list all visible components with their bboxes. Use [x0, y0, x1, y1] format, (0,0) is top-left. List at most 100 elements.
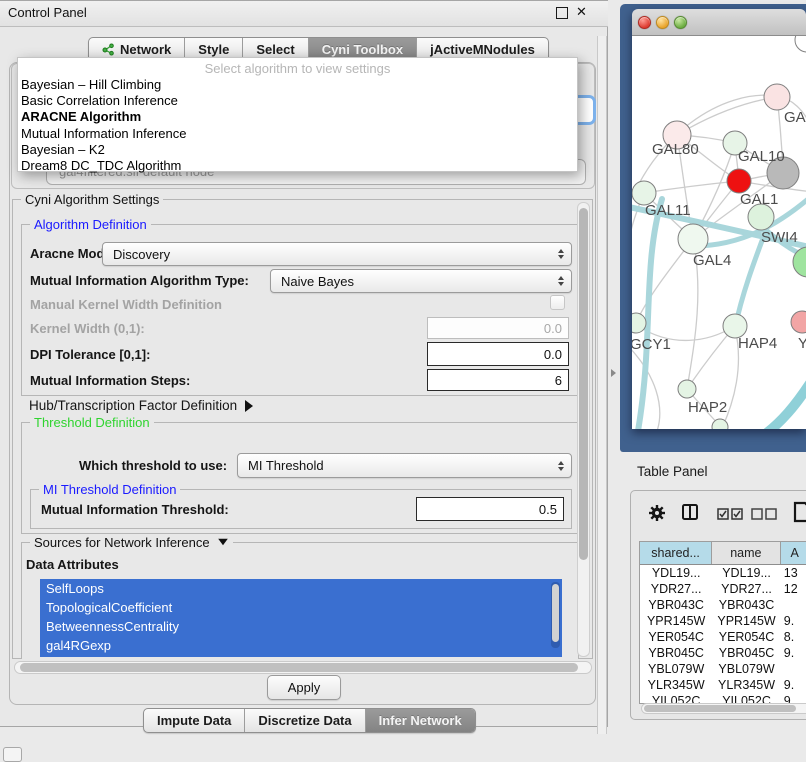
table-panel-title: Table Panel: [637, 464, 708, 479]
table-row[interactable]: YBR045CYBR045C9.: [640, 645, 806, 661]
table-row[interactable]: YPR145WYPR145W9.: [640, 613, 806, 629]
network-window-titlebar[interactable]: [632, 9, 806, 36]
kernel-width-field[interactable]: 0.0: [427, 317, 569, 339]
network-node-edge-node-top[interactable]: [795, 36, 806, 52]
sources-group-title[interactable]: Sources for Network Inference: [30, 535, 233, 550]
network-node-HAP2[interactable]: [678, 380, 696, 398]
attributes-scrollbar-thumb[interactable]: [552, 584, 559, 642]
settings-horizontal-scrollbar[interactable]: [14, 661, 592, 674]
settings-vertical-scrollbar[interactable]: [577, 202, 590, 657]
attribute-item[interactable]: SelfLoops: [40, 579, 562, 598]
aracne-mode-combo[interactable]: Discovery: [102, 242, 572, 266]
table-row[interactable]: YIL052CYIL052C9: [640, 693, 806, 703]
mi-steps-field[interactable]: 6: [427, 369, 569, 391]
network-node-label: GAL: [784, 109, 806, 126]
close-traffic-light-icon[interactable]: [638, 16, 651, 29]
network-edge[interactable]: [644, 181, 739, 193]
new-table-icon[interactable]: [793, 501, 806, 528]
network-node-label: HAP2: [688, 399, 727, 416]
table-row[interactable]: YDR27...YDR27...12: [640, 581, 806, 597]
network-icon: [102, 43, 115, 56]
table-cell: 13: [781, 565, 806, 581]
network-node-GAL4[interactable]: [678, 224, 708, 254]
network-edge[interactable]: [760, 374, 806, 429]
manual-kernel-checkbox[interactable]: [550, 295, 565, 310]
float-window-icon[interactable]: [556, 7, 568, 19]
network-node-gal-partial[interactable]: [764, 84, 790, 110]
tab-discretize-data[interactable]: Discretize Data: [244, 709, 364, 732]
mi-threshold-definition-title: MI Threshold Definition: [39, 482, 180, 497]
settings-hscrollbar-thumb[interactable]: [20, 663, 578, 672]
column-header-name[interactable]: name: [712, 542, 780, 564]
close-icon[interactable]: ✕: [576, 4, 587, 20]
table-cell: [781, 597, 806, 613]
dropdown-item-basic-correlation[interactable]: Basic Correlation Inference: [21, 93, 574, 109]
tab-impute-data[interactable]: Impute Data: [144, 709, 244, 732]
table-row[interactable]: YER054CYER054C8.: [640, 629, 806, 645]
panel-scroll-track[interactable]: [597, 36, 607, 734]
zoom-traffic-light-icon[interactable]: [674, 16, 687, 29]
table-cell: YDL19...: [640, 565, 712, 581]
network-node-GAL1[interactable]: [727, 169, 751, 193]
splitpane-collapse-arrow[interactable]: [611, 369, 616, 377]
cyni-algorithm-settings-group: Cyni Algorithm Settings Algorithm Defini…: [12, 199, 593, 659]
mi-type-combo[interactable]: Naive Bayes: [270, 269, 572, 293]
table-cell: YBR045C: [712, 645, 780, 661]
table-cell: YBR045C: [640, 645, 712, 661]
unchecked-columns-icon[interactable]: [751, 507, 777, 525]
checked-columns-icon[interactable]: [717, 507, 743, 525]
table-row[interactable]: YLR345WYLR345W9.: [640, 677, 806, 693]
apply-button[interactable]: Apply: [267, 675, 341, 700]
which-threshold-combo[interactable]: MI Threshold: [237, 453, 572, 478]
mi-threshold-field[interactable]: 0.5: [416, 497, 564, 521]
expander-arrow-icon: [245, 400, 253, 412]
settings-group-title: Cyni Algorithm Settings: [21, 192, 163, 207]
dropdown-item-bayesian-k2[interactable]: Bayesian – K2: [21, 142, 574, 158]
settings-scrollbar-thumb[interactable]: [579, 208, 588, 560]
table-cell: YPR145W: [640, 613, 712, 629]
which-threshold-value: MI Threshold: [248, 458, 324, 473]
hub-definition-expander[interactable]: Hub/Transcription Factor Definition: [29, 398, 253, 413]
table-cell: YIL052C: [712, 693, 780, 703]
table-row[interactable]: YBL079WYBL079W: [640, 661, 806, 677]
network-node-label: SWI4: [761, 229, 798, 246]
table-row[interactable]: YBR043CYBR043C: [640, 597, 806, 613]
attribute-item[interactable]: TopologicalCoefficient: [40, 598, 562, 617]
table-panel: shared... name A YDL19...YDL19...13YDR27…: [630, 490, 806, 720]
attributes-scrollbar[interactable]: [551, 582, 560, 648]
tab-infer-network[interactable]: Infer Network: [365, 709, 475, 732]
table-row[interactable]: YDL19...YDL19...13: [640, 565, 806, 581]
attribute-item[interactable]: gal4RGexp: [40, 636, 562, 655]
bottom-left-mini-button[interactable]: [3, 747, 22, 762]
network-canvas-svg[interactable]: GALGAL80GAL10GAL1GAL11SWI4GAL4GCY1HAP4YH…: [632, 36, 806, 429]
attribute-item[interactable]: BetweennessCentrality: [40, 617, 562, 636]
split-columns-icon[interactable]: [681, 503, 699, 526]
network-node-salmon-right[interactable]: [791, 311, 806, 333]
tab-label: Style: [198, 42, 229, 57]
network-frame: GALGAL80GAL10GAL1GAL11SWI4GAL4GCY1HAP4YH…: [620, 4, 806, 452]
table-horizontal-scrollbar[interactable]: [641, 703, 806, 714]
tab-label: Cyni Toolbox: [322, 42, 403, 57]
column-header-shared-name[interactable]: shared...: [640, 542, 712, 564]
dropdown-item-mutual-information[interactable]: Mutual Information Inference: [21, 126, 574, 142]
dropdown-item-dream8[interactable]: Dream8 DC_TDC Algorithm: [21, 158, 574, 174]
column-header-partial[interactable]: A: [781, 542, 806, 564]
dropdown-item-aracne[interactable]: ARACNE Algorithm: [21, 109, 574, 125]
minimize-traffic-light-icon[interactable]: [656, 16, 669, 29]
table-header-row: shared... name A: [640, 542, 806, 565]
network-edge[interactable]: [638, 199, 662, 429]
control-panel-titlebar[interactable]: Control Panel ✕: [0, 1, 608, 27]
gear-icon[interactable]: [647, 503, 667, 528]
data-attributes-list[interactable]: SelfLoops TopologicalCoefficient Between…: [40, 579, 562, 657]
algorithm-dropdown-list: Select algorithm to view settings Bayesi…: [17, 57, 578, 172]
tab-label: Select: [256, 42, 294, 57]
network-canvas[interactable]: GALGAL80GAL10GAL1GAL11SWI4GAL4GCY1HAP4YH…: [632, 36, 806, 429]
mi-threshold-value: 0.5: [539, 502, 557, 517]
screen: Control Panel ✕ Networ: [0, 0, 806, 762]
table-hscrollbar-thumb[interactable]: [644, 705, 796, 712]
dpi-tolerance-field[interactable]: 0.0: [427, 342, 569, 366]
dropdown-item-bayesian-hill-climbing[interactable]: Bayesian – Hill Climbing: [21, 77, 574, 93]
network-window: GALGAL80GAL10GAL1GAL11SWI4GAL4GCY1HAP4YH…: [632, 9, 806, 429]
tab-label: Impute Data: [157, 713, 231, 728]
network-node-label: GAL80: [652, 141, 699, 158]
